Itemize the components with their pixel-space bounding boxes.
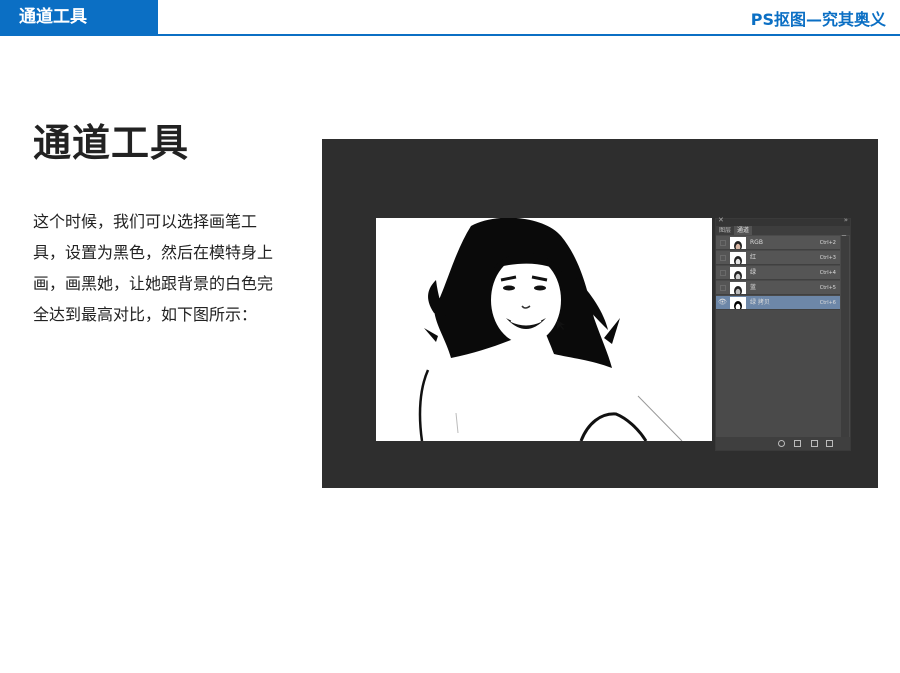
channel-thumbnail <box>730 237 746 249</box>
channel-thumbnail <box>730 282 746 294</box>
visibility-toggle[interactable] <box>720 240 726 246</box>
channel-shortcut: Ctrl+5 <box>819 285 836 291</box>
channel-thumbnail <box>730 267 746 279</box>
tab-layers[interactable]: 图层 <box>716 226 734 235</box>
page-title: 通道工具 <box>33 121 190 165</box>
body-paragraph: 这个时候，我们可以选择画笔工具，设置为黑色，然后在模特身上画，画黑她，让她跟背景… <box>33 212 274 324</box>
panel-title-bar[interactable]: ✕ » <box>716 216 850 226</box>
channel-shortcut: Ctrl+4 <box>819 270 836 276</box>
slide-header: 通道工具 PS抠图—究其奥义 <box>0 0 900 36</box>
channel-row-green-copy[interactable]: 👁 绿 拷贝 Ctrl+6 <box>716 296 840 310</box>
header-course-title: PS抠图—究其奥义 <box>750 10 886 29</box>
channels-panel: ✕ » 图层 通道 ≡ RGB Ctrl+2 红 Ctrl+3 绿 Ctrl+4 <box>715 216 851 451</box>
header-divider <box>0 34 900 36</box>
channel-thumbnail <box>730 252 746 264</box>
eye-icon[interactable]: 👁 <box>718 298 727 307</box>
channel-shortcut: Ctrl+2 <box>819 240 836 246</box>
channel-row-green[interactable]: 绿 Ctrl+4 <box>716 266 840 280</box>
save-selection-icon[interactable] <box>794 440 801 447</box>
high-contrast-portrait-image <box>418 218 683 441</box>
channel-thumbnail <box>730 297 746 309</box>
panel-tab-bar: 图层 通道 ≡ <box>716 226 850 241</box>
channel-row-rgb[interactable]: RGB Ctrl+2 <box>716 236 840 250</box>
close-icon[interactable]: ✕ <box>718 216 724 224</box>
channel-shortcut: Ctrl+6 <box>819 300 836 306</box>
load-selection-icon[interactable] <box>778 440 785 447</box>
channel-name: RGB <box>750 239 763 246</box>
channel-shortcut: Ctrl+3 <box>819 255 836 261</box>
channel-row-red[interactable]: 红 Ctrl+3 <box>716 251 840 265</box>
channel-name: 蓝 <box>750 284 757 291</box>
channel-row-blue[interactable]: 蓝 Ctrl+5 <box>716 281 840 295</box>
header-section-label: 通道工具 <box>0 0 158 35</box>
collapse-icon[interactable]: » <box>844 216 848 224</box>
trash-icon[interactable] <box>826 440 833 447</box>
panel-scrollbar[interactable] <box>841 236 849 438</box>
new-channel-icon[interactable] <box>811 440 818 447</box>
tab-channels[interactable]: 通道 <box>734 226 753 235</box>
channel-name: 红 <box>750 254 757 261</box>
document-canvas <box>376 218 712 441</box>
photoshop-screenshot: ✕ » 图层 通道 ≡ RGB Ctrl+2 红 Ctrl+3 绿 Ctrl+4 <box>322 139 878 488</box>
channel-name: 绿 拷贝 <box>750 299 770 306</box>
visibility-toggle[interactable] <box>720 270 726 276</box>
visibility-toggle[interactable] <box>720 285 726 291</box>
channel-name: 绿 <box>750 269 757 276</box>
panel-footer <box>716 437 850 450</box>
visibility-toggle[interactable] <box>720 255 726 261</box>
